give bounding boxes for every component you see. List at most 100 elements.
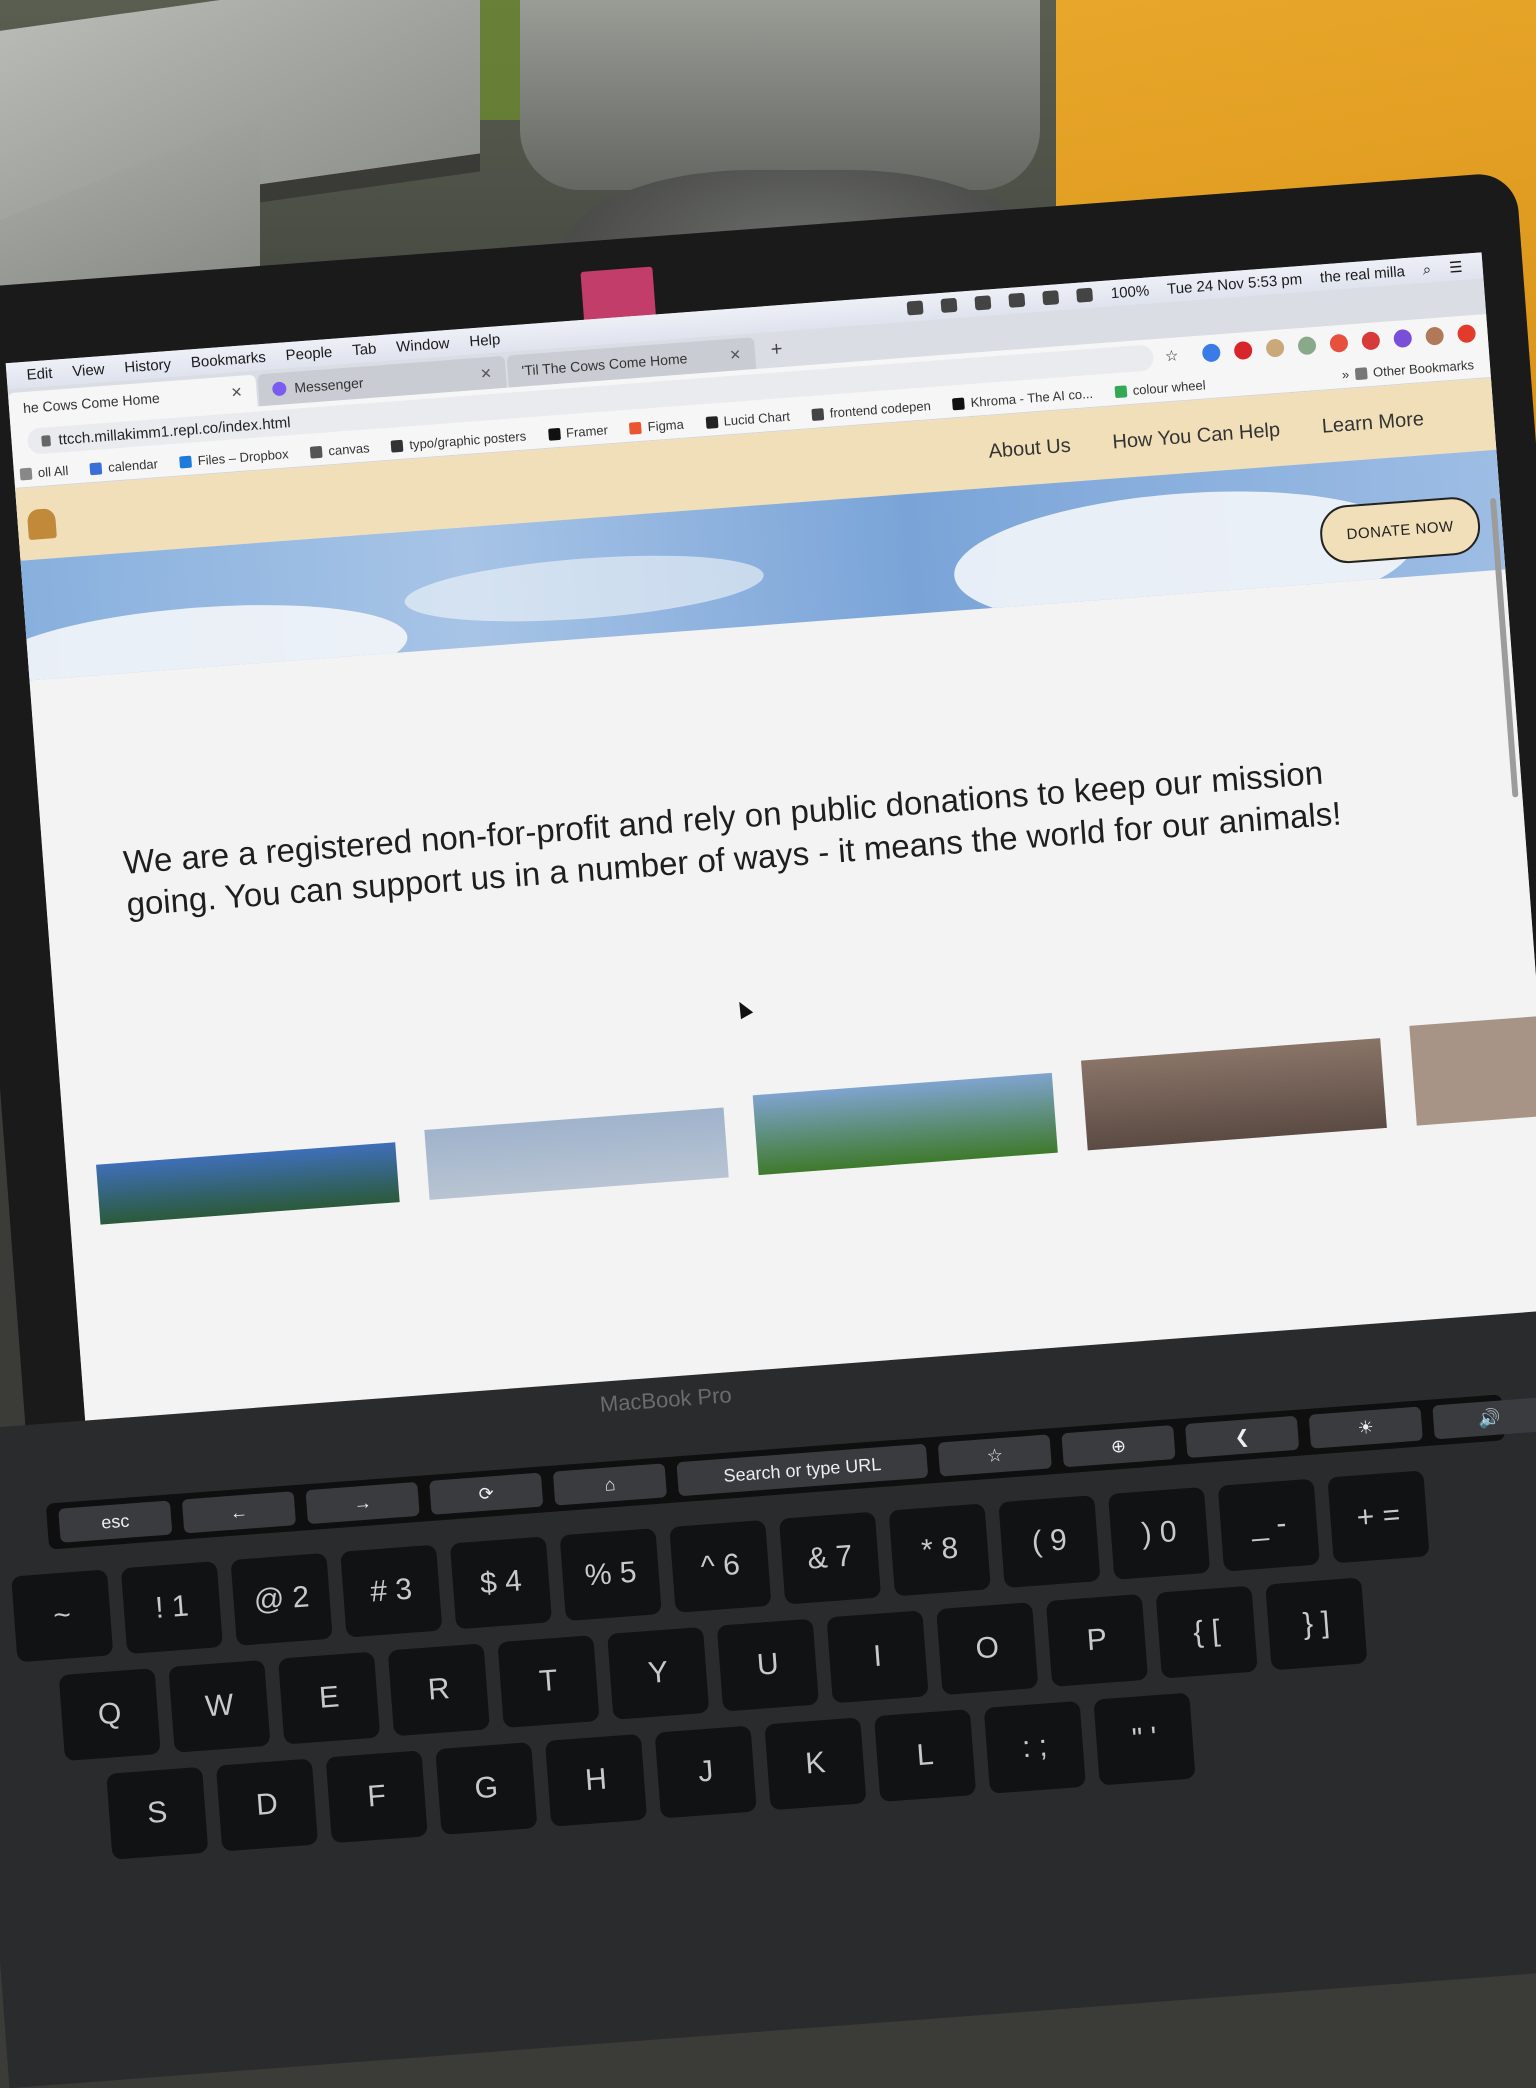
bookmark-star-icon[interactable]: ☆ <box>1152 345 1191 366</box>
extension-icon[interactable] <box>1329 333 1349 353</box>
keyboard-key[interactable]: R <box>387 1643 490 1737</box>
notification-center-icon[interactable]: ☰ <box>1448 258 1464 277</box>
keyboard-key[interactable]: P <box>1045 1593 1149 1687</box>
avatar[interactable] <box>1425 326 1445 346</box>
bookmark-item[interactable]: oll All <box>19 463 69 482</box>
bookmark-item[interactable]: Figma <box>629 417 684 436</box>
keyboard-key[interactable]: S <box>106 1766 209 1860</box>
menu-people[interactable]: People <box>285 343 333 363</box>
keyboard-key[interactable]: L <box>874 1709 977 1803</box>
touchbar-key[interactable]: esc <box>58 1500 173 1543</box>
bookmark-item[interactable]: typo/graphic posters <box>391 428 527 453</box>
battery-level[interactable]: 100% <box>1110 282 1150 302</box>
volume-icon[interactable] <box>1076 287 1094 303</box>
menu-edit[interactable]: Edit <box>26 364 53 383</box>
touchbar-key[interactable]: → <box>305 1481 420 1525</box>
keyboard-key[interactable]: Q <box>58 1668 161 1762</box>
close-tab-icon[interactable]: ✕ <box>479 364 492 382</box>
nav-how-you-can-help[interactable]: How You Can Help <box>1112 418 1281 454</box>
touchbar-key[interactable]: ☀ <box>1308 1406 1423 1449</box>
keyboard-key[interactable]: % 5 <box>559 1528 662 1622</box>
keyboard-key[interactable]: Y <box>607 1626 710 1720</box>
keyboard-key[interactable]: $ 4 <box>449 1536 553 1630</box>
photo-card[interactable] <box>96 1142 400 1225</box>
keyboard-key[interactable]: " ' <box>1093 1692 1196 1786</box>
bookmark-item[interactable]: Framer <box>547 422 608 441</box>
keyboard-key[interactable]: I <box>826 1610 929 1704</box>
extension-icon[interactable] <box>1393 328 1413 349</box>
bookmark-item[interactable]: Files – Dropbox <box>179 446 289 469</box>
keyboard-key[interactable]: H <box>544 1733 648 1827</box>
adblock-icon[interactable] <box>1233 340 1253 361</box>
nav-about-us[interactable]: About Us <box>988 434 1072 463</box>
bookmark-item[interactable]: Khroma - The AI co... <box>952 386 1093 411</box>
bookmark-item[interactable]: colour wheel <box>1114 377 1206 399</box>
keyboard-key[interactable]: K <box>764 1717 867 1811</box>
spotlight-icon[interactable]: ⌕ <box>1422 261 1432 279</box>
keyboard-key[interactable]: @ 2 <box>230 1552 333 1646</box>
menu-view[interactable]: View <box>72 360 105 379</box>
keyboard-key[interactable]: F <box>325 1750 428 1844</box>
keyboard-key[interactable]: # 3 <box>340 1544 443 1638</box>
extension-icon[interactable] <box>1265 338 1285 358</box>
menu-help[interactable]: Help <box>469 331 501 350</box>
keyboard-key[interactable]: & 7 <box>778 1511 882 1605</box>
keyboard-key[interactable]: G <box>435 1742 538 1836</box>
touchbar-key[interactable]: ← <box>181 1491 297 1534</box>
touchbar-key[interactable]: ⌂ <box>552 1463 668 1506</box>
menu-bookmarks[interactable]: Bookmarks <box>190 348 266 371</box>
bookmark-item[interactable]: calendar <box>89 456 158 476</box>
wifi-icon[interactable] <box>1042 290 1060 306</box>
touchbar-key[interactable]: 🔊 <box>1432 1397 1536 1440</box>
keyboard-key[interactable]: E <box>278 1651 381 1745</box>
keyboard-key[interactable]: } ] <box>1265 1577 1368 1671</box>
creative-cloud-icon[interactable] <box>906 300 924 316</box>
keyboard-key[interactable]: W <box>168 1659 271 1753</box>
keyboard-key[interactable]: * 8 <box>888 1503 991 1597</box>
extension-icon[interactable] <box>1297 336 1317 356</box>
extension-icon[interactable] <box>1361 331 1381 351</box>
other-bookmarks[interactable]: » Other Bookmarks <box>1341 356 1490 382</box>
menu-window[interactable]: Window <box>396 334 450 355</box>
close-tab-icon[interactable]: ✕ <box>729 346 742 364</box>
menu-tab[interactable]: Tab <box>352 340 377 359</box>
flag-icon[interactable] <box>1008 292 1026 308</box>
update-icon[interactable] <box>1456 324 1477 344</box>
donate-now-button[interactable]: DONATE NOW <box>1318 495 1483 566</box>
cow-logo-icon[interactable] <box>26 508 57 541</box>
bookmark-item[interactable]: Lucid Chart <box>705 409 790 430</box>
menu-history[interactable]: History <box>124 355 172 375</box>
vpn-icon[interactable] <box>940 297 958 313</box>
keyboard-key[interactable]: _ - <box>1217 1478 1320 1572</box>
keyboard-key[interactable]: ^ 6 <box>669 1519 772 1613</box>
photo-card[interactable] <box>752 1072 1058 1176</box>
new-tab-button[interactable]: + <box>756 336 797 362</box>
photo-card[interactable] <box>1409 1015 1536 1126</box>
bookmarks-more-button[interactable]: » <box>1341 367 1349 383</box>
bookmark-item[interactable]: canvas <box>310 440 370 459</box>
keyboard-key[interactable]: + = <box>1327 1470 1430 1564</box>
keyboard-key[interactable]: : ; <box>983 1700 1086 1794</box>
keyboard-key[interactable]: ~ <box>11 1569 114 1663</box>
scrollbar[interactable] <box>1489 497 1519 798</box>
keyboard-key[interactable]: O <box>936 1602 1039 1696</box>
bookmark-item[interactable]: frontend codepen <box>811 398 931 422</box>
keyboard-key[interactable]: D <box>215 1758 319 1852</box>
touchbar-key[interactable]: ❮ <box>1185 1415 1300 1459</box>
keyboard-key[interactable]: ) 0 <box>1108 1486 1211 1580</box>
touchbar-key[interactable]: ☆ <box>937 1434 1052 1477</box>
touchbar-key[interactable]: ⟳ <box>429 1472 544 1515</box>
close-tab-icon[interactable]: ✕ <box>230 383 243 401</box>
keyboard-key[interactable]: { [ <box>1155 1585 1258 1679</box>
keyboard-key[interactable]: ( 9 <box>998 1495 1101 1589</box>
bluetooth-icon[interactable] <box>974 295 992 311</box>
keyboard-key[interactable]: T <box>497 1635 600 1729</box>
user-name[interactable]: the real milla <box>1319 263 1405 286</box>
touchbar-key[interactable]: Search or type URL <box>676 1443 929 1497</box>
nav-learn-more[interactable]: Learn More <box>1321 408 1425 439</box>
keyboard-key[interactable]: ! 1 <box>120 1561 224 1655</box>
keyboard-key[interactable]: U <box>716 1618 819 1712</box>
photo-card[interactable] <box>424 1107 729 1200</box>
keyboard-key[interactable]: J <box>654 1725 757 1819</box>
vue-devtools-icon[interactable] <box>1201 343 1221 363</box>
